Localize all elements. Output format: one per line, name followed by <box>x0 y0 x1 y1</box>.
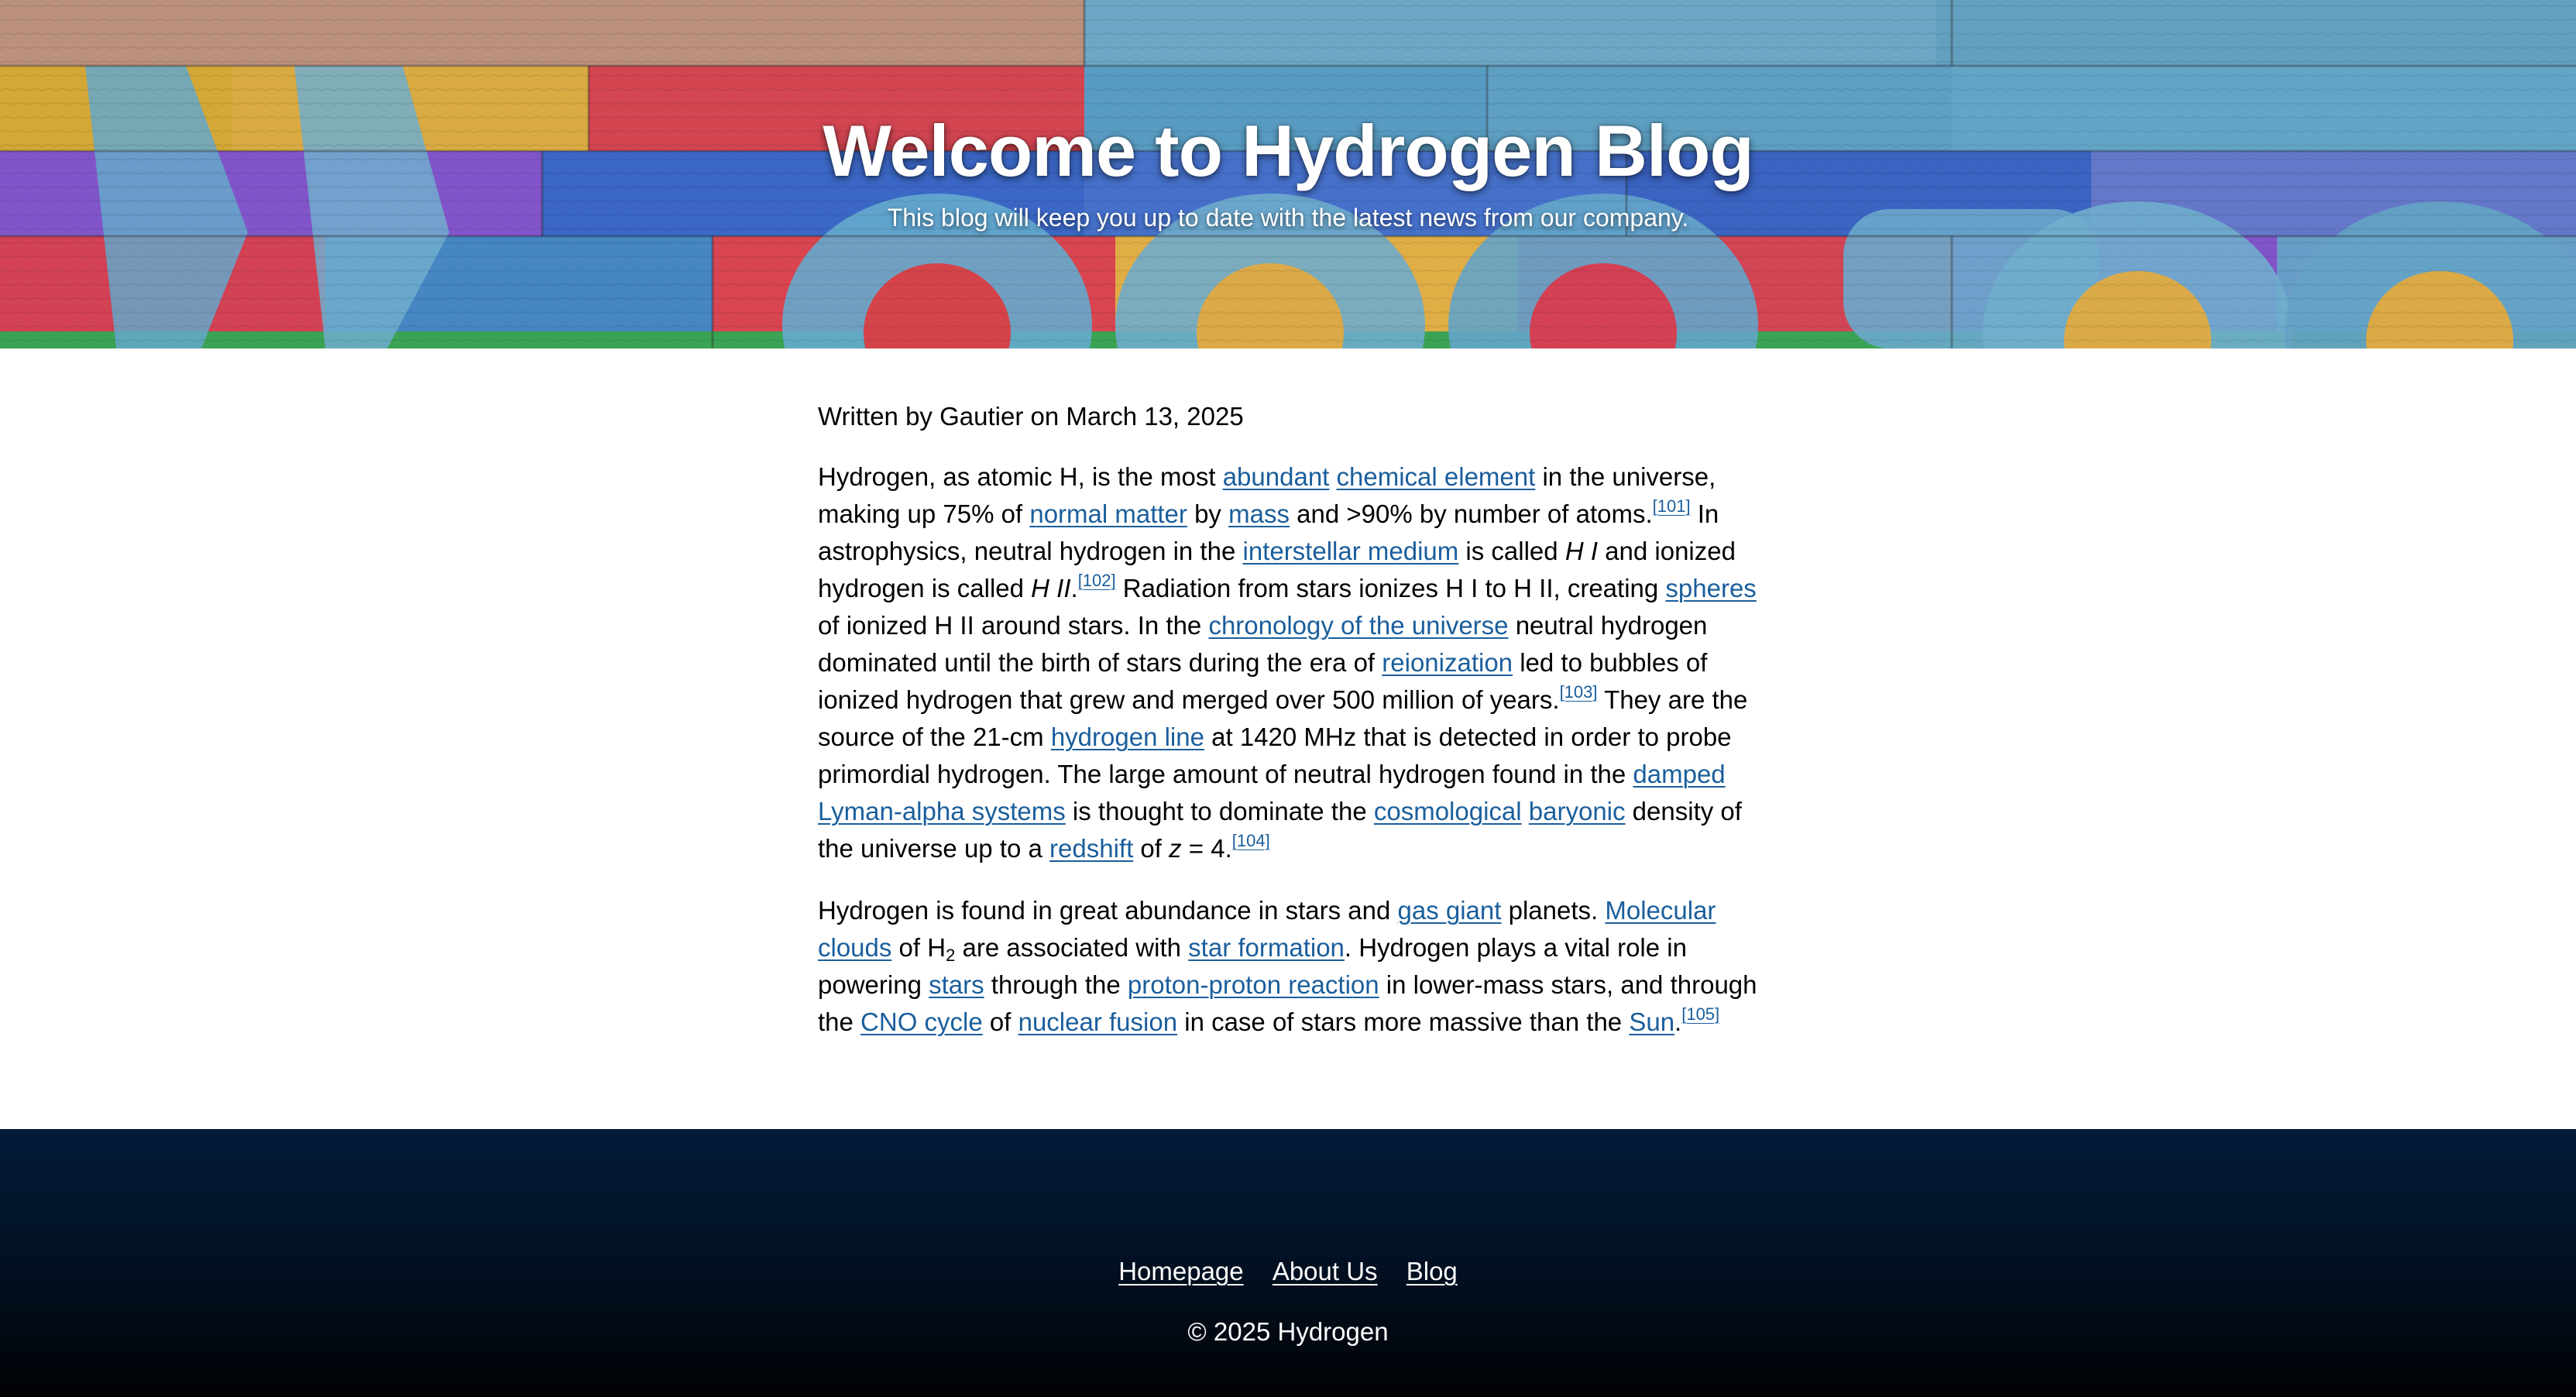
text-run: Hydrogen is found in great abundance in … <box>818 896 1398 925</box>
text-run: and >90% by number of atoms. <box>1289 499 1653 528</box>
link-cosmological[interactable]: cosmological <box>1374 797 1522 826</box>
text-run: . <box>1674 1007 1682 1036</box>
text-run: of H <box>891 933 946 962</box>
citation-link-101[interactable]: [101] <box>1653 496 1691 516</box>
subscript: 2 <box>946 946 956 965</box>
text-run <box>1522 797 1529 826</box>
link-proton-proton-reaction[interactable]: proton-proton reaction <box>1128 970 1379 999</box>
italic-term: H II <box>1031 574 1071 602</box>
text-run: is called <box>1458 537 1565 565</box>
article-byline: Written by Gautier on March 13, 2025 <box>818 402 1244 431</box>
page-subtitle: This blog will keep you up to date with … <box>887 204 1689 232</box>
footer-link-homepage[interactable]: Homepage <box>1118 1257 1243 1285</box>
citation: [103] <box>1560 682 1598 702</box>
text-run: by <box>1187 499 1229 528</box>
text-run: of <box>982 1007 1018 1036</box>
site-footer: Homepage About Us Blog © 2025 Hydrogen <box>0 1129 2576 1397</box>
citation: [104] <box>1232 831 1270 850</box>
copyright-text: © 2025 Hydrogen <box>1187 1317 1389 1346</box>
link-normal-matter[interactable]: normal matter <box>1029 499 1187 528</box>
link-cno-cycle[interactable]: CNO cycle <box>860 1007 983 1036</box>
text-run: of <box>1133 834 1170 863</box>
text-run: = 4. <box>1181 834 1232 863</box>
link-sun[interactable]: Sun <box>1629 1007 1674 1036</box>
article-paragraph: Hydrogen is found in great abundance in … <box>818 892 1760 1041</box>
link-chemical-element[interactable]: chemical element <box>1337 462 1536 491</box>
citation-link-103[interactable]: [103] <box>1560 682 1598 702</box>
citation: [101] <box>1653 496 1691 516</box>
text-run: in case of stars more massive than the <box>1177 1007 1630 1036</box>
link-mass[interactable]: mass <box>1228 499 1290 528</box>
italic-term: z <box>1169 834 1182 863</box>
footer-nav: Homepage About Us Blog <box>0 1255 2576 1289</box>
link-gas-giant[interactable]: gas giant <box>1398 896 1502 925</box>
text-run: through the <box>984 970 1128 999</box>
link-nuclear-fusion[interactable]: nuclear fusion <box>1018 1007 1177 1036</box>
hero-banner: Welcome to Hydrogen Blog This blog will … <box>0 0 2576 348</box>
blog-article: Written by Gautier on March 13, 2025 Hyd… <box>818 398 1760 1066</box>
footer-link-blog[interactable]: Blog <box>1406 1257 1458 1285</box>
link-spheres[interactable]: spheres <box>1665 574 1756 602</box>
article-body: Hydrogen, as atomic H, is the most abund… <box>818 458 1760 1041</box>
link-stars[interactable]: stars <box>929 970 984 999</box>
link-reionization[interactable]: reionization <box>1382 648 1513 677</box>
link-chronology-of-the-universe[interactable]: chronology of the universe <box>1208 611 1508 640</box>
footer-link-about-us[interactable]: About Us <box>1273 1257 1378 1285</box>
page-title: Welcome to Hydrogen Blog <box>823 110 1754 191</box>
citation-link-102[interactable]: [102] <box>1078 571 1116 590</box>
link-hydrogen-line[interactable]: hydrogen line <box>1051 723 1204 751</box>
link-star-formation[interactable]: star formation <box>1188 933 1345 962</box>
citation-link-105[interactable]: [105] <box>1681 1004 1719 1024</box>
text-run: Hydrogen, as atomic H, is the most <box>818 462 1223 491</box>
citation-link-104[interactable]: [104] <box>1232 831 1270 850</box>
text-run: is thought to dominate the <box>1065 797 1374 826</box>
text-run: of ionized H II around stars. In the <box>818 611 1209 640</box>
link-baryonic[interactable]: baryonic <box>1529 797 1626 826</box>
link-redshift[interactable]: redshift <box>1049 834 1133 863</box>
text-run: planets. <box>1501 896 1606 925</box>
text-run: . <box>1070 574 1078 602</box>
text-run: are associated with <box>955 933 1189 962</box>
citation: [102] <box>1078 571 1116 590</box>
italic-term: H I <box>1564 537 1598 565</box>
text-run: Radiation from stars ionizes H I to H II… <box>1115 574 1666 602</box>
article-paragraph: Hydrogen, as atomic H, is the most abund… <box>818 458 1760 867</box>
text-run <box>1329 462 1336 491</box>
link-interstellar-medium[interactable]: interstellar medium <box>1242 537 1458 565</box>
link-abundant[interactable]: abundant <box>1223 462 1330 491</box>
citation: [105] <box>1681 1004 1719 1024</box>
